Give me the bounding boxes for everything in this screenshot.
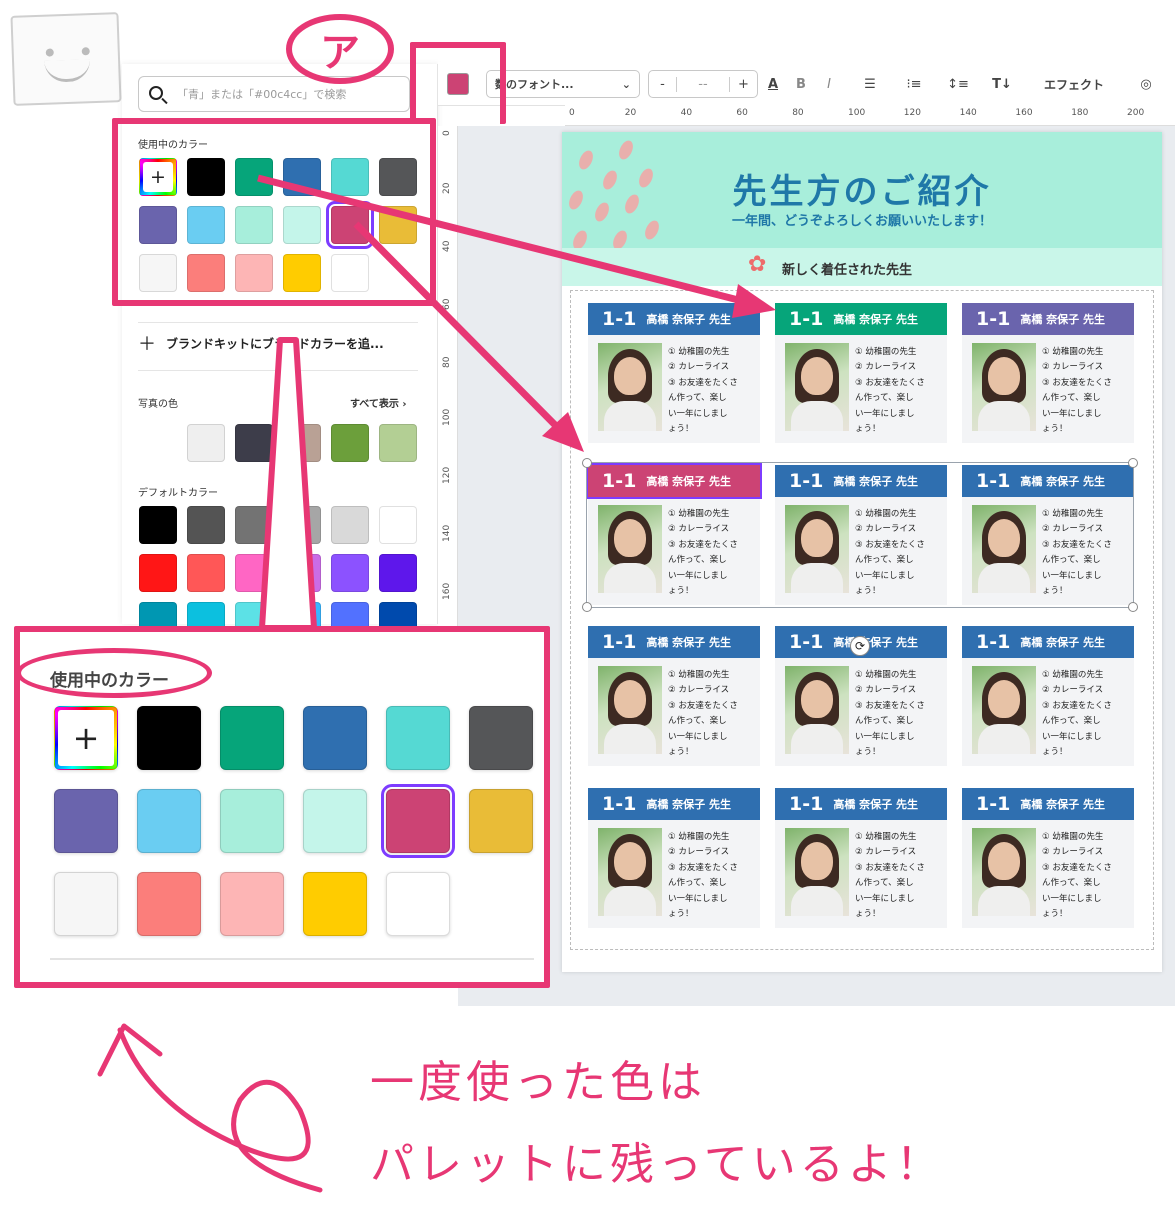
color-swatch[interactable] [303, 789, 367, 853]
add-color-button[interactable]: + [54, 706, 118, 770]
color-swatch[interactable] [303, 872, 367, 936]
color-swatch[interactable] [137, 789, 201, 853]
color-swatch[interactable] [386, 872, 450, 936]
color-swatch[interactable] [469, 706, 533, 770]
color-swatch[interactable] [303, 706, 367, 770]
color-swatch[interactable] [54, 789, 118, 853]
color-swatch[interactable] [386, 706, 450, 770]
color-swatch[interactable] [220, 872, 284, 936]
zoom-used-colors-heading: 使用中のカラー [50, 671, 169, 691]
zoom-callout: 使用中のカラー + [14, 626, 550, 988]
color-swatch[interactable] [220, 706, 284, 770]
color-swatch[interactable] [381, 784, 455, 858]
color-swatch[interactable] [137, 872, 201, 936]
color-swatch[interactable] [54, 872, 118, 936]
annotation-line1: 一度使った色は [370, 1057, 706, 1108]
color-swatch[interactable] [469, 789, 533, 853]
color-swatch[interactable] [220, 789, 284, 853]
color-swatch[interactable] [137, 706, 201, 770]
annotation-line2: パレットに残っているよ！ [370, 1139, 944, 1190]
plus-icon: + [58, 710, 114, 766]
